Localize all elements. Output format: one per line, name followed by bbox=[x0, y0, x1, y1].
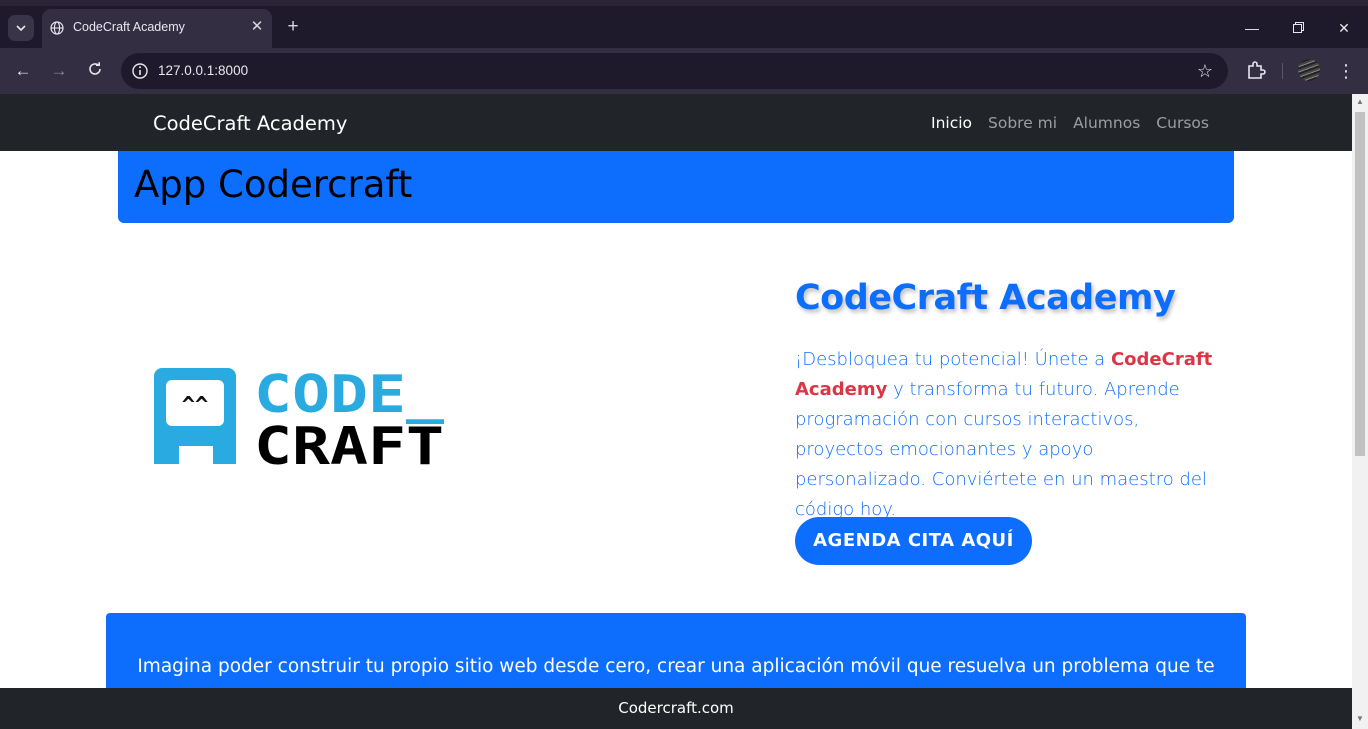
nav-link-alumnos[interactable]: Alumnos bbox=[1073, 114, 1140, 132]
chevron-down-icon[interactable] bbox=[8, 15, 34, 41]
puzzle-icon[interactable] bbox=[1243, 58, 1269, 84]
star-icon[interactable]: ☆ bbox=[1194, 60, 1216, 82]
info-text: Imagina poder construir tu propio sitio … bbox=[137, 656, 1215, 677]
toolbar-separator bbox=[1282, 63, 1283, 79]
logo-face: ^^ bbox=[182, 393, 209, 418]
scrollbar-thumb[interactable] bbox=[1355, 112, 1365, 456]
arrow-left-icon[interactable]: ← bbox=[10, 58, 36, 84]
plus-icon[interactable]: + bbox=[282, 16, 304, 38]
nav-link-cursos[interactable]: Cursos bbox=[1156, 114, 1209, 132]
reload-icon[interactable] bbox=[82, 58, 108, 84]
logo-line2: CRAFT bbox=[254, 417, 444, 472]
footer-text[interactable]: Codercraft.com bbox=[618, 699, 734, 717]
desc-after: y transforma tu futuro. Aprende programa… bbox=[795, 379, 1207, 520]
nav-links: Inicio Sobre mi Alumnos Cursos bbox=[931, 114, 1209, 132]
globe-icon bbox=[50, 21, 64, 35]
tab-strip: CodeCraft Academy ✕ + — ✕ bbox=[0, 0, 1368, 48]
close-icon[interactable]: ✕ bbox=[248, 18, 266, 36]
kebab-menu-icon[interactable]: ⋮ bbox=[1336, 58, 1356, 84]
page-viewport: CodeCraft Academy Inicio Sobre mi Alumno… bbox=[0, 94, 1352, 729]
page-title-banner: App Codercraft bbox=[118, 151, 1234, 223]
window-top-edge bbox=[0, 0, 1368, 6]
codecraft-logo: ^^ CODE_ CRAFT bbox=[154, 368, 445, 472]
window-close-icon[interactable]: ✕ bbox=[1329, 14, 1359, 42]
tab-title: CodeCraft Academy bbox=[73, 20, 185, 34]
address-bar[interactable]: 127.0.0.1:8000 ☆ bbox=[121, 53, 1228, 89]
scroll-up-icon[interactable]: ▲ bbox=[1352, 97, 1368, 109]
arrow-right-icon[interactable]: → bbox=[46, 58, 72, 84]
nav-link-sobre-mi[interactable]: Sobre mi bbox=[988, 114, 1057, 132]
url-text[interactable]: 127.0.0.1:8000 bbox=[158, 63, 248, 78]
hero-description: ¡Desbloquea tu potencial! Únete a CodeCr… bbox=[795, 345, 1225, 525]
info-icon[interactable] bbox=[131, 62, 149, 80]
hero-heading: CodeCraft Academy bbox=[795, 278, 1176, 318]
browser-toolbar: ← → 127.0.0.1:8000 ☆ ⋮ bbox=[0, 48, 1368, 94]
hero-text-column: CodeCraft Academy ¡Desbloquea tu potenci… bbox=[795, 278, 1225, 525]
scrollbar[interactable]: ▲ ▼ bbox=[1352, 94, 1368, 729]
page-title: App Codercraft bbox=[134, 163, 413, 206]
desc-before: ¡Desbloquea tu potencial! Únete a bbox=[795, 349, 1111, 370]
nav-link-inicio[interactable]: Inicio bbox=[931, 114, 972, 132]
site-footer: Codercraft.com bbox=[0, 688, 1352, 729]
browser-tab[interactable]: CodeCraft Academy ✕ bbox=[42, 9, 272, 48]
restore-icon[interactable] bbox=[1283, 14, 1313, 42]
navbar-brand[interactable]: CodeCraft Academy bbox=[153, 112, 347, 135]
agenda-cita-button[interactable]: AGENDA CITA AQUÍ bbox=[795, 517, 1032, 565]
minimize-icon[interactable]: — bbox=[1237, 14, 1267, 42]
avatar[interactable] bbox=[1298, 59, 1320, 81]
scroll-down-icon[interactable]: ▼ bbox=[1352, 714, 1368, 726]
site-navbar: CodeCraft Academy Inicio Sobre mi Alumno… bbox=[0, 94, 1352, 151]
